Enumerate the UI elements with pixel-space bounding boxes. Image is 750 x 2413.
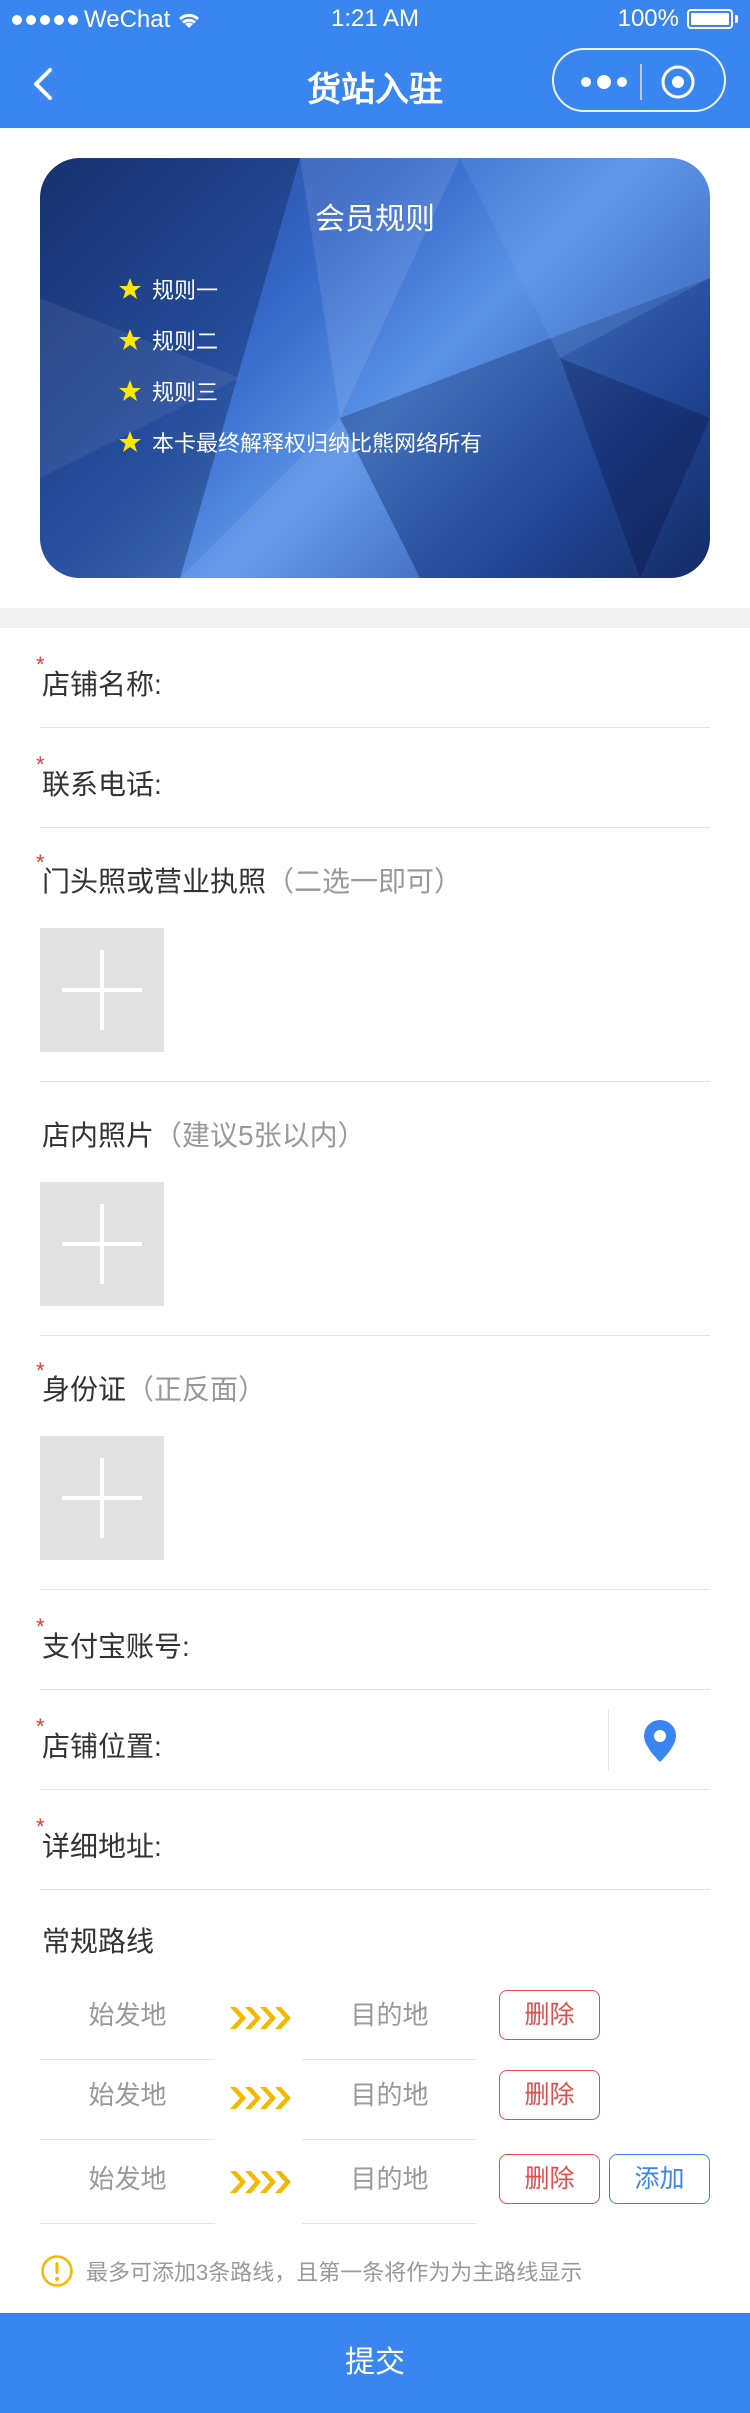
store-photos-label: 店内照片（建议5张以内） (42, 1114, 366, 1154)
star-icon (119, 379, 141, 401)
route-row: 始发地 目的地 删除 添加 (40, 2144, 710, 2224)
add-route-button[interactable]: 添加 (609, 2154, 710, 2204)
destination-input[interactable]: 目的地 (302, 2060, 477, 2140)
alipay-label: 支付宝账号: (42, 1631, 190, 1662)
rule-text: 规则二 (152, 328, 219, 354)
license-label: 门头照或营业执照（二选一即可） (42, 860, 462, 900)
rule-text: 本卡最终解释权归纳比熊网络所有 (152, 430, 483, 456)
id-card-label: 身份证（正反面） (42, 1368, 266, 1408)
license-label-text: 门头照或营业执照 (42, 866, 267, 897)
rule-item: 规则三 (118, 365, 482, 416)
star-icon (119, 328, 141, 350)
star-icon (119, 430, 141, 452)
rule-text: 规则一 (152, 277, 219, 303)
origin-input[interactable]: 始发地 (40, 1980, 215, 2060)
store-photos-label-text: 店内照片 (42, 1120, 155, 1151)
store-photos-section: 店内照片（建议5张以内） (40, 1082, 710, 1336)
address-field[interactable]: * 详细地址: (36, 1790, 710, 1890)
status-right: 100% (618, 5, 738, 33)
phone-label: 联系电话: (42, 769, 162, 800)
shop-name-field[interactable]: * 店铺名称: (36, 628, 710, 728)
plus-icon-vertical (100, 1204, 104, 1284)
phone-field[interactable]: * 联系电话: (36, 728, 710, 828)
battery-percent: 100% (617, 5, 679, 32)
battery-tip (735, 15, 738, 23)
license-upload-button[interactable] (40, 928, 164, 1052)
rules-list: 规则一 规则二 规则三 本卡最终解释权归纳比熊网络所有 (118, 263, 482, 467)
chevrons-right-icon (230, 2087, 291, 2109)
chevrons-right-icon (230, 2007, 291, 2029)
location-label: 店铺位置: (42, 1731, 162, 1762)
location-pin-icon[interactable] (642, 1718, 678, 1764)
shop-name-label: 店铺名称: (42, 669, 162, 700)
destination-input[interactable]: 目的地 (302, 2144, 477, 2224)
star-icon (119, 277, 141, 299)
section-divider (0, 608, 750, 628)
close-target-icon[interactable] (660, 64, 696, 100)
nav-bar: 货站入驻 (0, 40, 750, 128)
license-section: * 门头照或营业执照（二选一即可） (36, 828, 710, 1082)
plus-icon-vertical (100, 1458, 104, 1538)
address-label: 详细地址: (42, 1831, 162, 1862)
card-section: 会员规则 规则一 规则二 规则三 本卡最终解释权归纳比熊网络所有 (0, 128, 750, 608)
destination-input[interactable]: 目的地 (302, 1980, 477, 2060)
routes-title: 常规路线 (42, 1926, 155, 1957)
store-photos-hint: （建议5张以内） (154, 1120, 366, 1151)
more-dots-icon[interactable] (574, 67, 634, 97)
miniprogram-capsule (552, 48, 726, 112)
origin-input[interactable]: 始发地 (40, 2060, 215, 2140)
plus-icon-vertical (100, 950, 104, 1030)
alipay-field[interactable]: * 支付宝账号: (36, 1590, 710, 1690)
card-title: 会员规则 (315, 203, 435, 236)
battery-icon (687, 9, 733, 29)
origin-input[interactable]: 始发地 (40, 2144, 215, 2224)
id-card-upload-button[interactable] (40, 1436, 164, 1560)
chevrons-right-icon (230, 2171, 291, 2193)
submit-button[interactable]: 提交 (0, 2313, 750, 2413)
route-tip: 最多可添加3条路线，且第一条将作为为主路线显示 (40, 2254, 582, 2288)
rule-item: 规则二 (118, 314, 482, 365)
capsule-divider (640, 64, 642, 100)
route-tip-text: 最多可添加3条路线，且第一条将作为为主路线显示 (86, 2260, 583, 2285)
id-card-label-text: 身份证 (42, 1374, 127, 1405)
rule-item: 规则一 (118, 263, 482, 314)
rule-text: 规则三 (152, 379, 219, 405)
membership-card: 会员规则 规则一 规则二 规则三 本卡最终解释权归纳比熊网络所有 (40, 158, 710, 578)
delete-route-button[interactable]: 删除 (499, 1990, 600, 2040)
delete-route-button[interactable]: 删除 (499, 2070, 600, 2120)
route-row: 始发地 目的地 删除 (40, 2060, 710, 2140)
delete-route-button[interactable]: 删除 (499, 2154, 600, 2204)
id-card-hint: （正反面） (126, 1374, 267, 1405)
location-divider (608, 1710, 609, 1770)
status-bar: WeChat 1:21 AM 100% (0, 0, 750, 40)
store-photos-upload-button[interactable] (40, 1182, 164, 1306)
route-row: 始发地 目的地 删除 (40, 1980, 710, 2060)
license-hint: （二选一即可） (266, 866, 463, 897)
warning-icon (41, 2255, 73, 2287)
location-field[interactable]: * 店铺位置: (36, 1690, 710, 1790)
id-card-section: * 身份证（正反面） (36, 1336, 710, 1590)
rule-item: 本卡最终解释权归纳比熊网络所有 (118, 416, 482, 467)
